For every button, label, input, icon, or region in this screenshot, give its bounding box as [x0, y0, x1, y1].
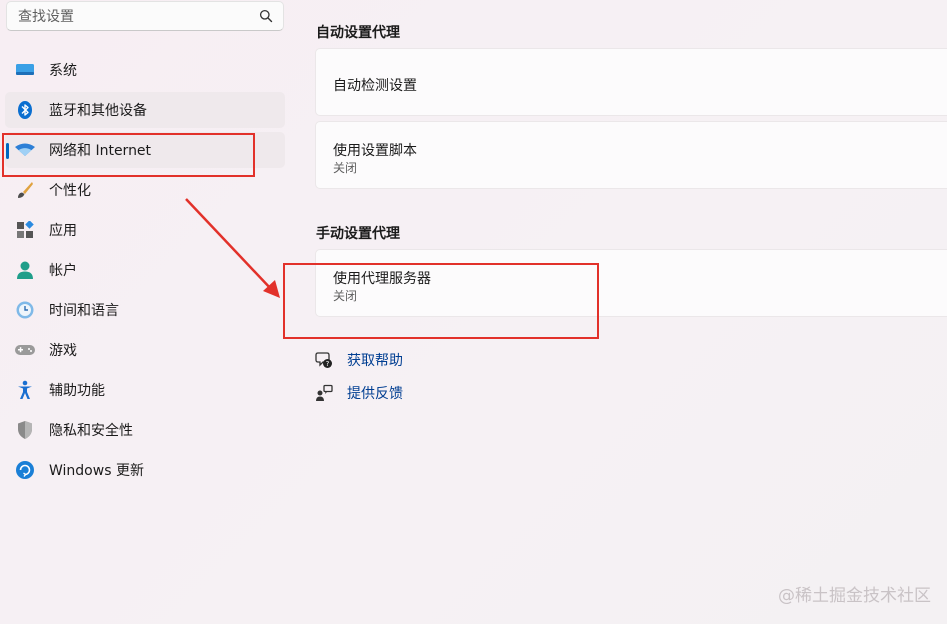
annotation-arrow [185, 198, 280, 298]
watermark: @稀土掘金技术社区 [778, 586, 931, 606]
